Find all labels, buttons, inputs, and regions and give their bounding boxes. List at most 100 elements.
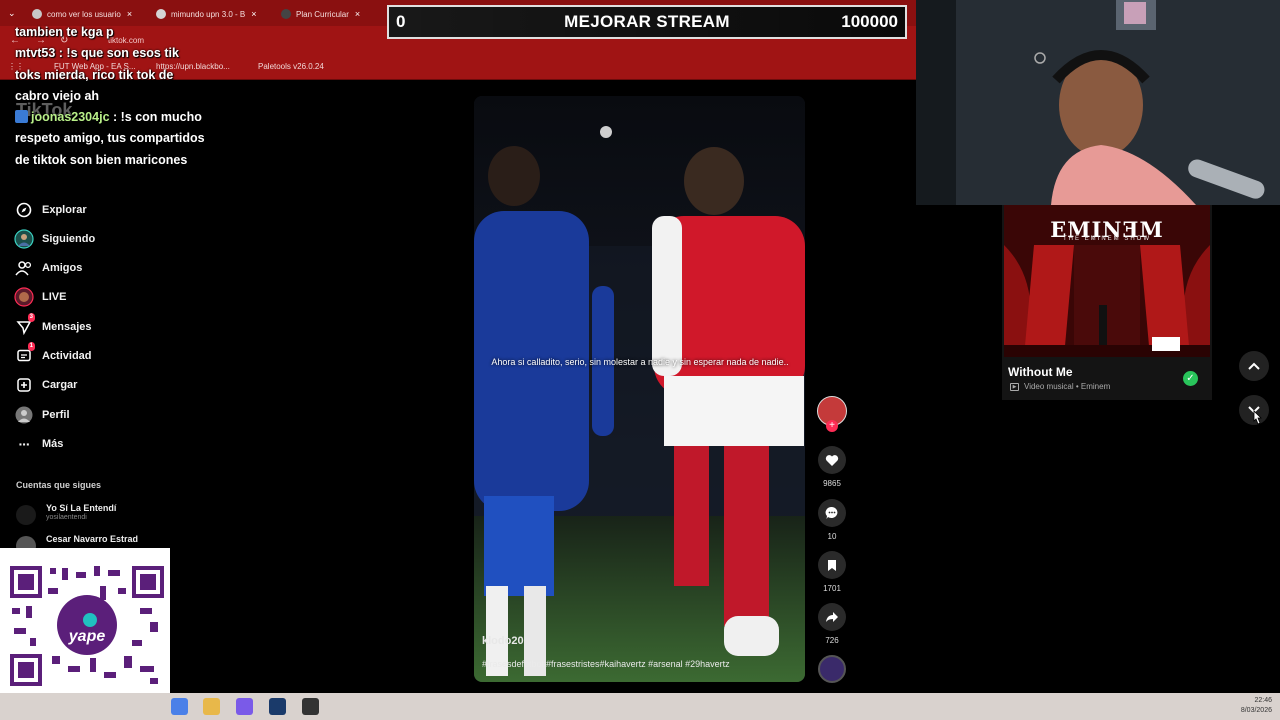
live-icon — [14, 287, 34, 307]
profile-avatar-icon — [14, 405, 34, 425]
obs-icon[interactable] — [302, 698, 319, 715]
account-name: Yo Sí La Entendí — [46, 503, 117, 513]
account-name: Cesar Navarro Estrad — [46, 534, 139, 544]
messages-icon: 3 — [14, 313, 35, 337]
more-icon: ··· — [18, 436, 31, 452]
sidebar-item-live[interactable]: LIVE — [14, 287, 66, 307]
bookmark-icon — [818, 551, 846, 579]
tab-favicon-icon — [281, 9, 291, 19]
sidebar-item-explorar[interactable]: Explorar — [14, 200, 87, 220]
clock-time: 22:46 — [1254, 697, 1272, 704]
video-player[interactable] — [474, 96, 805, 682]
tab-label: mimundo upn 3.0 - B — [171, 9, 246, 19]
upload-icon — [14, 375, 34, 395]
like-button[interactable]: 9865 — [817, 446, 847, 488]
chat-message: tambien te kga p — [15, 22, 205, 43]
sidebar-item-label: Siguiendo — [42, 233, 96, 245]
tab-close-icon[interactable]: × — [127, 9, 132, 19]
chat-username: joonas2304jc — [31, 110, 110, 125]
video-play-icon: ▶ — [1010, 382, 1019, 391]
activity-badge: 1 — [27, 342, 35, 351]
sidebar-item-actividad[interactable]: 1 Actividad — [14, 342, 92, 366]
followed-account[interactable]: Yo Sí La Entendí yosilaentendi — [16, 503, 116, 525]
save-count: 1701 — [823, 584, 841, 593]
account-handle: yosilaentendi — [46, 514, 87, 521]
chrome-icon[interactable] — [171, 698, 188, 715]
album-subtitle: THE EMINEM SHOW — [1063, 236, 1151, 242]
stream-goal-target: 100000 — [841, 12, 898, 31]
chat-badge-icon — [15, 110, 28, 124]
sidebar-item-perfil[interactable]: Perfil — [14, 405, 70, 425]
chevron-up-icon — [1248, 362, 1260, 370]
tab-favicon-icon — [32, 9, 42, 19]
song-subtitle: ▶ Video musical • Eminem — [1010, 382, 1110, 391]
sidebar-item-label: Cargar — [42, 379, 78, 391]
stream-chat-overlay: tambien te kga p mtvt53 : !s que son eso… — [15, 22, 205, 171]
song-title[interactable]: Without Me — [1008, 365, 1073, 379]
mouse-cursor-icon — [1251, 410, 1262, 431]
sidebar-item-label: Más — [42, 438, 64, 450]
video-caption-overlay: Ahora si calladito, serio, sin molestar … — [491, 357, 789, 367]
file-explorer-icon[interactable] — [203, 698, 220, 715]
windows-taskbar — [0, 693, 1280, 720]
video-username[interactable]: klodo2009 — [482, 635, 536, 647]
taskbar-clock[interactable]: 22:46 8/03/2026 — [1220, 696, 1272, 716]
friends-icon — [14, 258, 34, 278]
share-arrow-icon — [818, 603, 846, 631]
tab-close-icon[interactable]: × — [355, 9, 360, 19]
save-button[interactable]: 1701 — [817, 551, 847, 593]
check-icon: ✓ — [1183, 371, 1198, 386]
sidebar-item-label: Mensajes — [42, 321, 92, 333]
video-frame-image — [474, 96, 805, 682]
webcam-feed — [916, 0, 1280, 205]
sidebar-item-label: Actividad — [42, 350, 92, 362]
browser-tab[interactable]: Plan Curricular × — [281, 4, 399, 24]
chat-message: mtvt53 : !s que son esos tik toks mierda… — [15, 43, 205, 107]
following-accounts-title: Cuentas que sigues — [16, 480, 102, 490]
comment-icon — [818, 499, 846, 527]
sidebar-item-mensajes[interactable]: 3 Mensajes — [14, 313, 92, 337]
chat-text: tambien te kga p — [15, 25, 114, 39]
sidebar-item-siguiendo[interactable]: Siguiendo — [14, 229, 95, 249]
follow-plus-icon[interactable]: + — [826, 420, 838, 432]
sidebar-item-label: Perfil — [42, 409, 70, 421]
video-hashtags[interactable]: #frasesdefútbol #frasestristes#kaihavert… — [482, 659, 730, 669]
account-avatar — [16, 505, 36, 525]
tab-favicon-icon — [156, 9, 166, 19]
tab-close-icon[interactable]: × — [251, 9, 256, 19]
tab-list-chevron-icon[interactable]: ⌄ — [8, 8, 16, 19]
like-count: 9865 — [823, 479, 841, 488]
creator-avatar-button[interactable]: + — [817, 396, 847, 432]
browser-tab[interactable]: mimundo upn 3.0 - B × — [156, 4, 274, 24]
following-avatar-icon — [14, 229, 34, 249]
previous-video-button[interactable] — [1239, 351, 1269, 381]
sidebar-item-amigos[interactable]: Amigos — [14, 258, 82, 278]
messages-badge: 3 — [27, 313, 35, 322]
bookmark-item[interactable]: Paletools v26.0.24 — [258, 62, 324, 71]
share-button[interactable]: 726 — [817, 603, 847, 645]
song-subtitle-text: Video musical • Eminem — [1024, 382, 1111, 391]
tab-label: Plan Curricular — [296, 9, 349, 19]
stream-goal-current: 0 — [396, 12, 406, 31]
steam-icon[interactable] — [269, 698, 286, 715]
sidebar-item-label: LIVE — [42, 291, 67, 303]
chat-username: mtvt53 — [15, 46, 56, 61]
comment-count: 10 — [827, 532, 837, 541]
yape-logo: yape — [68, 628, 106, 645]
activity-icon: 1 — [14, 342, 35, 366]
compass-icon — [14, 200, 34, 220]
clock-date: 8/03/2026 — [1240, 707, 1272, 714]
heart-icon — [818, 446, 846, 474]
browser-tab[interactable]: como ver los usuario × — [32, 4, 150, 24]
chat-message: joonas2304jc : !s con mucho respeto amig… — [15, 107, 205, 171]
sidebar-item-cargar[interactable]: Cargar — [14, 375, 77, 395]
discord-icon[interactable] — [236, 698, 253, 715]
sidebar-item-label: Amigos — [42, 262, 83, 274]
comment-button[interactable]: 10 — [817, 499, 847, 541]
sidebar-item-label: Explorar — [42, 204, 87, 216]
yape-qr-code: yape — [0, 548, 170, 693]
share-count: 726 — [825, 636, 839, 645]
sidebar-item-mas[interactable]: ··· Más — [14, 434, 64, 454]
tab-label: como ver los usuario — [47, 9, 121, 19]
sound-disc-button[interactable] — [817, 655, 847, 683]
